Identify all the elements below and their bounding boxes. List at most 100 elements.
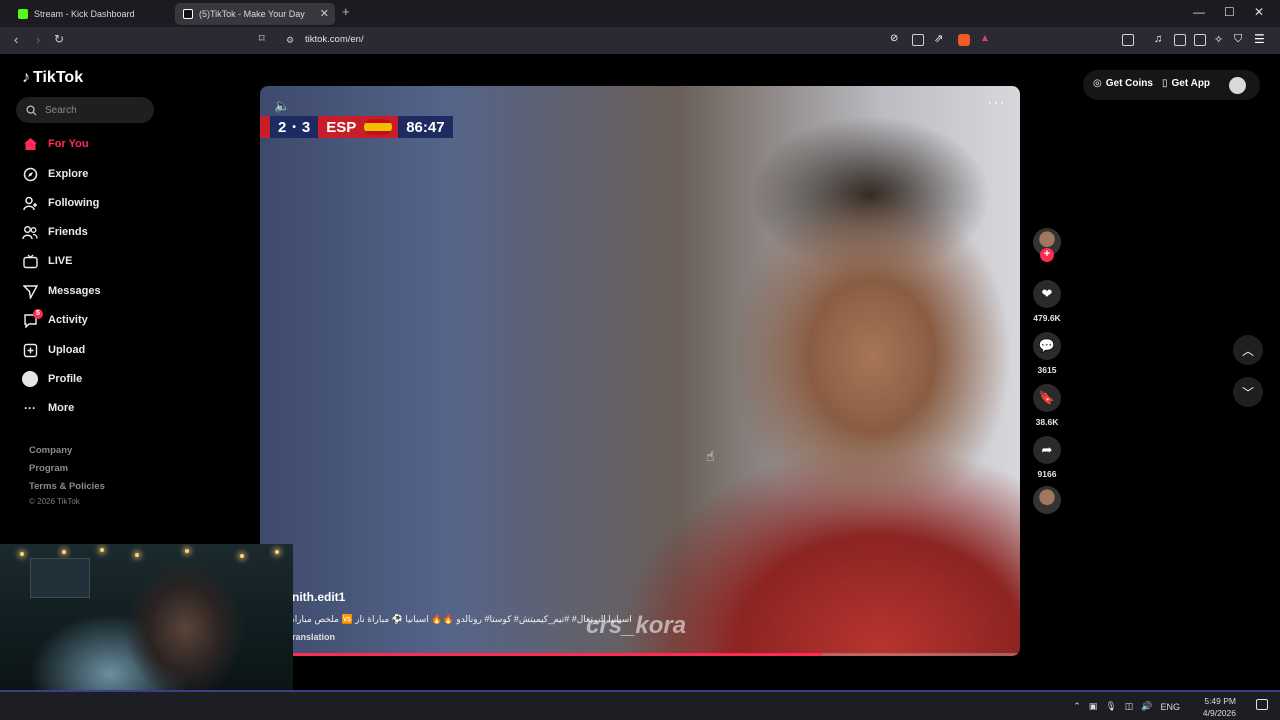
volume-icon[interactable]: 🔈	[274, 98, 290, 114]
fairy-light	[135, 553, 139, 557]
search-input[interactable]: Search	[16, 97, 154, 123]
speaker-icon[interactable]: 🔊	[1141, 701, 1152, 712]
phone-icon: ▯	[1162, 78, 1168, 89]
music-disc[interactable]	[1032, 486, 1062, 514]
save-count: 38.6K	[1035, 417, 1059, 427]
back-button[interactable]: ‹	[14, 32, 18, 47]
system-clock[interactable]: 5:49 PM 4/9/2026	[1203, 695, 1236, 719]
close-window-button[interactable]: ✕	[1254, 5, 1264, 19]
previous-video-button[interactable]: ︿	[1233, 335, 1263, 365]
site-info-icon[interactable]: ⚙	[286, 35, 294, 46]
fairy-light	[240, 554, 244, 558]
network-icon[interactable]: ▣	[1089, 701, 1098, 712]
bell-chat-icon: 5	[22, 309, 43, 328]
comment-button[interactable]: 💬 3615	[1032, 332, 1062, 375]
menu-icon[interactable]: ☰	[1254, 32, 1266, 46]
fairy-light	[185, 549, 189, 553]
bookmark-icon[interactable]: ⌑	[259, 32, 265, 45]
get-coins-label: Get Coins	[1105, 78, 1153, 89]
video-author[interactable]: nith.edit1	[292, 590, 345, 604]
sidebar-item-live[interactable]: LIVE	[22, 251, 72, 271]
save-button[interactable]: 🔖 38.6K	[1032, 384, 1062, 427]
language-indicator[interactable]: ENG	[1160, 702, 1180, 712]
sidebar-item-explore[interactable]: Explore	[22, 164, 88, 184]
vpn-icon[interactable]: ⛉	[1234, 33, 1246, 45]
sidebar-item-label: For You	[48, 138, 89, 150]
sidebar-item-label: Explore	[48, 168, 89, 180]
tv-icon	[22, 253, 38, 269]
microphone-icon[interactable]: 🎙	[1105, 701, 1116, 712]
person-plus-icon	[22, 195, 38, 211]
video-player[interactable]: 2 • 3 ESP 86:47 🔈 ··· crs_kora nith.edit…	[260, 86, 1020, 656]
home-icon	[22, 136, 38, 152]
tiktok-favicon-icon	[183, 9, 193, 19]
fairy-light	[100, 548, 104, 552]
next-video-button[interactable]: ﹀	[1233, 377, 1263, 407]
minimize-button[interactable]: —	[1193, 5, 1205, 19]
sidebar-item-more[interactable]: ··· More	[22, 398, 74, 418]
browser-nav-bar: ‹ › ↻ ⌑ ⚙ tiktok.com/en/ ⊘ ⇗ ▲ ♫ ✧ ⛉ ☰	[0, 27, 1280, 54]
cast-icon[interactable]	[912, 34, 924, 46]
wifi-icon[interactable]: ◫	[1125, 701, 1134, 712]
tab-kick-dashboard[interactable]: Stream - Kick Dashboard	[10, 3, 170, 25]
share-arrow-icon: ➦	[1033, 436, 1061, 464]
rewards-icon[interactable]: ▲	[980, 33, 992, 45]
forward-button[interactable]: ›	[36, 32, 40, 47]
sidebar-item-label: More	[48, 402, 75, 414]
sidebar-item-messages[interactable]: Messages	[22, 281, 101, 301]
creator-avatar[interactable]: +	[1032, 228, 1062, 262]
tiktok-note-icon: ♪	[22, 69, 30, 86]
score-right: 3	[301, 118, 311, 136]
fairy-light	[62, 550, 66, 554]
tab-tiktok[interactable]: (5)TikTok - Make Your Day ✕	[175, 3, 335, 25]
sidebar-item-upload[interactable]: Upload	[22, 340, 85, 360]
reload-button[interactable]: ↻	[54, 32, 64, 46]
webcam-background-shelf	[30, 558, 90, 598]
tiktok-logo[interactable]: ♪ TikTok	[22, 69, 83, 87]
wallet-icon[interactable]	[1194, 34, 1206, 46]
sidebar-panel-icon[interactable]	[1122, 34, 1134, 46]
share-button[interactable]: ➦ 9166	[1032, 436, 1062, 479]
chevron-up-icon[interactable]: ⌃	[1073, 701, 1081, 712]
sidebar-item-for-you[interactable]: For You	[22, 134, 89, 154]
tab-title: (5)TikTok - Make Your Day	[199, 9, 305, 19]
get-app-button[interactable]: ▯ Get App	[1162, 78, 1210, 89]
sidebar-item-friends[interactable]: Friends	[22, 222, 88, 242]
media-icon[interactable]: ♫	[1154, 33, 1166, 45]
get-coins-button[interactable]: ◎ Get Coins	[1093, 78, 1153, 89]
kick-favicon-icon	[18, 9, 28, 19]
video-progress-bar[interactable]	[260, 653, 1020, 656]
profile-avatar[interactable]	[1229, 77, 1246, 94]
like-button[interactable]: ❤ 479.6K	[1032, 280, 1062, 323]
footer-link-terms[interactable]: Terms & Policies	[29, 481, 105, 492]
share-icon[interactable]: ⇗	[934, 32, 946, 45]
ellipsis-icon: ···	[24, 401, 36, 415]
address-bar[interactable]: tiktok.com/en/	[305, 34, 364, 45]
maximize-button[interactable]: ☐	[1224, 5, 1235, 19]
clock-time: 5:49 PM	[1204, 696, 1236, 706]
brave-shield-icon[interactable]	[958, 34, 970, 46]
send-icon	[22, 283, 38, 299]
video-caption: اسبانيا البرتغال# ‎#تيم_كيميتش# كوستا# ر…	[290, 614, 632, 624]
leo-ai-icon[interactable]: ✧	[1214, 33, 1226, 46]
video-more-options-icon[interactable]: ···	[987, 94, 1006, 112]
see-translation-link[interactable]: ranslation	[292, 632, 335, 642]
footer-link-program[interactable]: Program	[29, 463, 68, 474]
score-separator: •	[292, 121, 296, 133]
sidebar-toggle-icon[interactable]	[1174, 34, 1186, 46]
notification-icon[interactable]	[1256, 699, 1268, 710]
copyright: © 2026 TikTok	[29, 497, 80, 506]
coin-icon: ◎	[1093, 78, 1102, 89]
close-tab-icon[interactable]: ✕	[320, 7, 329, 20]
reader-off-icon[interactable]: ⊘	[890, 33, 902, 45]
sidebar-item-profile[interactable]: Profile	[22, 369, 82, 389]
footer-link-company[interactable]: Company	[29, 445, 72, 456]
fairy-light	[275, 550, 279, 554]
sidebar-item-activity[interactable]: 5 Activity	[22, 309, 88, 330]
sidebar-item-label: Activity	[48, 314, 88, 326]
chevron-up-icon: ︿	[1241, 343, 1254, 358]
follow-plus-icon[interactable]: +	[1040, 248, 1054, 262]
new-tab-button[interactable]: +	[342, 4, 350, 19]
share-count: 9166	[1037, 469, 1057, 479]
sidebar-item-following[interactable]: Following	[22, 193, 99, 213]
